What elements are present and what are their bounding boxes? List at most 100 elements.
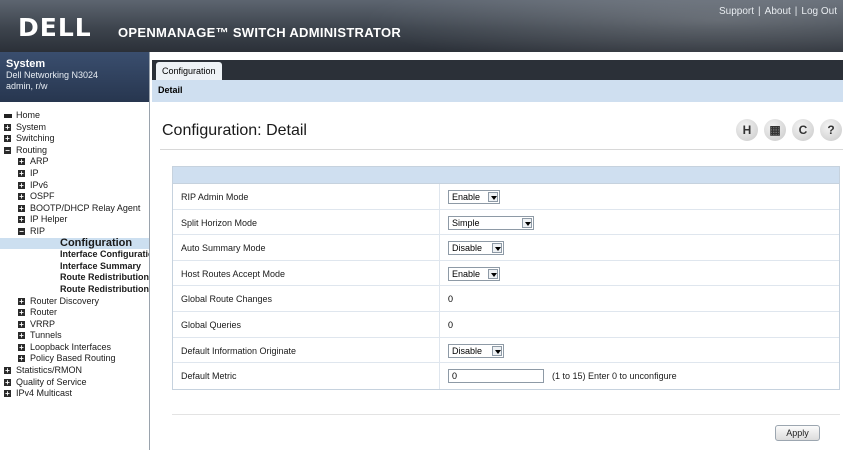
expand-icon[interactable]: + bbox=[18, 309, 25, 317]
collapse-icon[interactable]: − bbox=[18, 227, 25, 235]
nav-item-label: Interface Configuration bbox=[60, 249, 150, 260]
nav-item-home[interactable]: Home bbox=[0, 110, 149, 122]
nav-item-route-redistribution[interactable]: Route Redistribution bbox=[0, 284, 149, 296]
expand-icon[interactable]: + bbox=[4, 367, 11, 375]
form-row-global-queries: Global Queries 0 bbox=[173, 311, 839, 338]
rip-admin-mode-select[interactable]: Enable bbox=[448, 190, 500, 204]
expand-icon[interactable]: + bbox=[18, 216, 25, 224]
refresh-icon[interactable]: C bbox=[792, 119, 814, 141]
bottom-divider bbox=[172, 414, 840, 415]
nav-item-rip[interactable]: − RIP bbox=[0, 226, 149, 238]
nav-item-label: Switching bbox=[16, 133, 55, 144]
form-row-default-information-originate: Default Information Originate Disable bbox=[173, 337, 839, 364]
default-metric-input[interactable]: 0 bbox=[448, 369, 544, 384]
nav-item-ipv4-multicast[interactable]: + IPv4 Multicast bbox=[0, 388, 149, 400]
nav-item-label: BOOTP/DHCP Relay Agent bbox=[30, 202, 141, 213]
collapse-icon[interactable]: − bbox=[4, 146, 11, 154]
nav-item-label: System bbox=[16, 121, 47, 132]
subtab-detail[interactable]: Detail bbox=[158, 85, 183, 95]
nav-item-configuration[interactable]: Configuration bbox=[0, 237, 149, 250]
nav-item-statistics-rmon[interactable]: + Statistics/RMON bbox=[0, 365, 149, 377]
chevron-down-icon bbox=[522, 217, 532, 228]
chevron-down-icon bbox=[492, 243, 502, 254]
expand-icon[interactable]: + bbox=[18, 193, 25, 201]
nav-item-ipv6[interactable]: + IPv6 bbox=[0, 180, 149, 192]
nav-item-routing[interactable]: − Routing bbox=[0, 145, 149, 157]
expand-icon[interactable]: + bbox=[4, 135, 11, 143]
nav-item-ospf[interactable]: + OSPF bbox=[0, 191, 149, 203]
nav-item-label: IPv4 Multicast bbox=[16, 388, 73, 399]
expand-icon[interactable]: + bbox=[18, 169, 25, 177]
user-info: admin, r/w bbox=[6, 81, 48, 91]
expand-icon[interactable]: + bbox=[18, 204, 25, 212]
host-routes-accept-mode-label: Host Routes Accept Mode bbox=[181, 268, 286, 279]
nav-item-label: Route Redistribution bbox=[60, 272, 149, 283]
print-icon[interactable]: ▦ bbox=[764, 119, 786, 141]
nav-item-quality-of-service[interactable]: + Quality of Service bbox=[0, 377, 149, 389]
nav-item-router-discovery[interactable]: + Router Discovery bbox=[0, 296, 149, 308]
form-row-global-route-changes: Global Route Changes 0 bbox=[173, 286, 839, 312]
split-horizon-mode-label: Split Horizon Mode bbox=[181, 217, 258, 228]
nav-item-bootp-dhcp-relay-agent[interactable]: + BOOTP/DHCP Relay Agent bbox=[0, 203, 149, 215]
form-row-split-horizon-mode: Split Horizon Mode Simple bbox=[173, 209, 839, 236]
nav-item-interface-summary[interactable]: Interface Summary bbox=[0, 261, 149, 273]
auto-summary-mode-select[interactable]: Disable bbox=[448, 241, 504, 256]
nav-tree: Home + System + Switching − Routing + ARP + IP + IPv… bbox=[0, 102, 149, 400]
form-header bbox=[173, 167, 839, 184]
nav-item-label: Policy Based Routing bbox=[30, 353, 116, 364]
nav-item-route-redistribution[interactable]: Route Redistribution bbox=[0, 272, 149, 284]
expand-icon[interactable]: + bbox=[18, 332, 25, 340]
form-row-auto-summary-mode: Auto Summary Mode Disable bbox=[173, 235, 839, 261]
home-icon[interactable] bbox=[4, 114, 12, 118]
nav-item-loopback-interfaces[interactable]: + Loopback Interfaces bbox=[0, 342, 149, 354]
page-title: Configuration: Detail bbox=[162, 122, 307, 139]
nav-item-label: Routing bbox=[16, 144, 48, 155]
host-routes-accept-mode-select[interactable]: Enable bbox=[448, 266, 500, 281]
chevron-down-icon bbox=[488, 192, 498, 202]
tab-configuration[interactable]: Configuration bbox=[156, 62, 222, 80]
support-link[interactable]: Support bbox=[719, 6, 754, 17]
default-metric-hint: (1 to 15) Enter 0 to unconfigure bbox=[552, 371, 677, 382]
expand-icon[interactable]: + bbox=[18, 355, 25, 363]
nav-item-switching[interactable]: + Switching bbox=[0, 133, 149, 145]
default-information-originate-select[interactable]: Disable bbox=[448, 343, 504, 358]
nav-item-ip[interactable]: + IP bbox=[0, 168, 149, 180]
nav-item-tunnels[interactable]: + Tunnels bbox=[0, 330, 149, 342]
top-links: Support | About | Log Out bbox=[719, 6, 837, 17]
product-title: OPENMANAGE™ SWITCH ADMINISTRATOR bbox=[118, 25, 402, 40]
help-icon[interactable]: H bbox=[736, 119, 758, 141]
nav-item-label: VRRP bbox=[30, 318, 56, 329]
nav-item-arp[interactable]: + ARP bbox=[0, 156, 149, 168]
nav-item-label: Router Discovery bbox=[30, 295, 100, 306]
nav-item-label: Interface Summary bbox=[60, 260, 142, 271]
nav-item-ip-helper[interactable]: + IP Helper bbox=[0, 214, 149, 226]
nav-item-system[interactable]: + System bbox=[0, 122, 149, 134]
nav-item-label: Quality of Service bbox=[16, 376, 87, 387]
expand-icon[interactable]: + bbox=[4, 390, 11, 398]
question-icon[interactable]: ? bbox=[820, 119, 842, 141]
nav-item-router[interactable]: + Router bbox=[0, 307, 149, 319]
expand-icon[interactable]: + bbox=[18, 320, 25, 328]
device-name: Dell Networking N3024 bbox=[6, 70, 99, 80]
global-queries-value: 0 bbox=[448, 319, 454, 330]
split-horizon-mode-select[interactable]: Simple bbox=[448, 215, 534, 230]
sidebar: System Dell Networking N3024 admin, r/w … bbox=[0, 52, 150, 450]
logout-link[interactable]: Log Out bbox=[801, 6, 837, 17]
nav-item-label: RIP bbox=[30, 225, 46, 236]
nav-item-policy-based-routing[interactable]: + Policy Based Routing bbox=[0, 353, 149, 365]
expand-icon[interactable]: + bbox=[18, 297, 25, 305]
form-row-default-metric: Default Metric 0 (1 to 15) Enter 0 to un… bbox=[173, 363, 839, 389]
system-info-box[interactable]: System Dell Networking N3024 admin, r/w bbox=[0, 52, 149, 102]
expand-icon[interactable]: + bbox=[4, 378, 11, 386]
nav-item-label: Router bbox=[30, 307, 58, 318]
expand-icon[interactable]: + bbox=[18, 343, 25, 351]
nav-item-vrrp[interactable]: + VRRP bbox=[0, 319, 149, 331]
apply-button[interactable]: Apply bbox=[775, 425, 820, 441]
app-header: DELL OPENMANAGE™ SWITCH ADMINISTRATOR Su… bbox=[0, 0, 843, 52]
expand-icon[interactable]: + bbox=[18, 158, 25, 166]
about-link[interactable]: About bbox=[765, 6, 791, 17]
sub-tab-bar: Detail bbox=[152, 80, 843, 102]
expand-icon[interactable]: + bbox=[18, 181, 25, 189]
nav-item-interface-configuration[interactable]: Interface Configuration bbox=[0, 249, 149, 261]
expand-icon[interactable]: + bbox=[4, 123, 11, 131]
